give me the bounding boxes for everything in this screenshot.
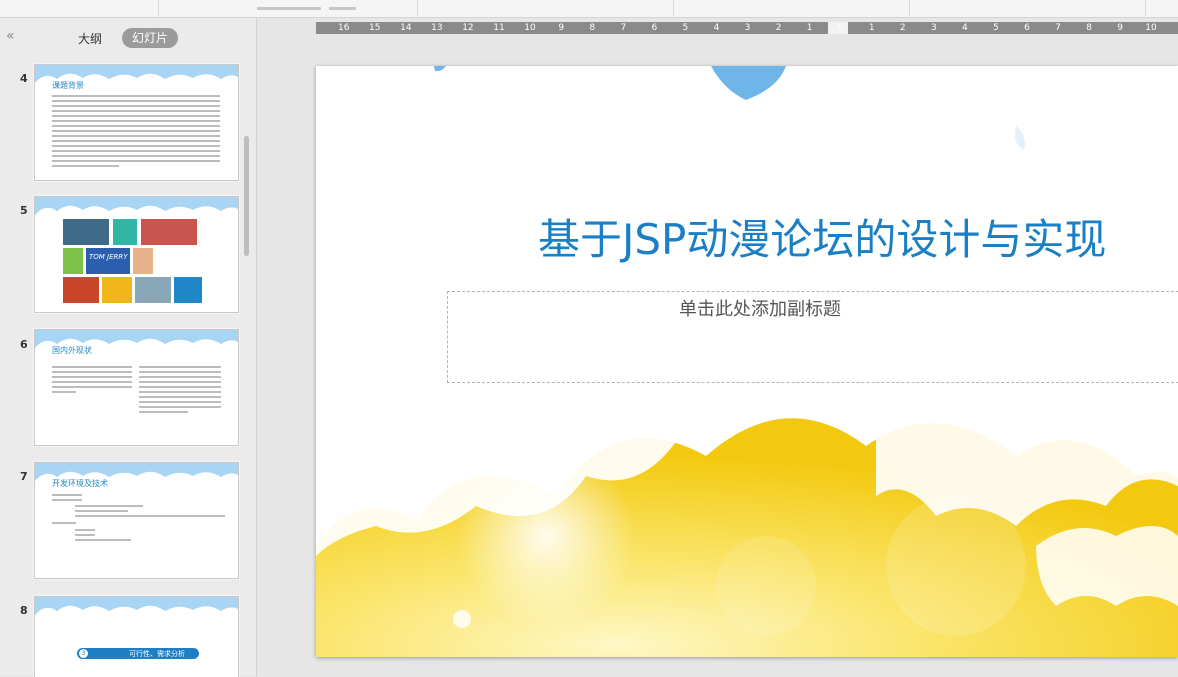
ruler-label: 9 <box>558 23 565 33</box>
thumb-banner-label: 可行性、需求分析 <box>129 650 185 658</box>
slide-title[interactable]: 基于JSP动漫论坛的设计与实现 <box>538 206 1178 267</box>
ruler-label: 10 <box>1145 23 1157 33</box>
ruler-label: 8 <box>1086 23 1092 33</box>
ruler-label: 7 <box>1055 23 1061 33</box>
ribbon-control[interactable] <box>329 7 356 10</box>
ruler-label: 6 <box>651 23 658 33</box>
thumb-body-text <box>75 529 155 544</box>
ruler-label: 14 <box>400 23 412 33</box>
ruler-label: 16 <box>338 23 350 33</box>
thumb-body-text <box>52 95 220 170</box>
horizontal-ruler[interactable]: 16 15 14 13 12 11 10 9 8 7 6 5 4 3 2 1 0 1 2 3 4 5 6 7 8 9 10 <box>316 22 1178 34</box>
ruler-label: 9 <box>1117 23 1123 33</box>
thumb-body-text <box>52 366 132 396</box>
ruler-label: 11 <box>493 23 505 33</box>
ruler-label: 3 <box>930 23 937 33</box>
ribbon-strip <box>0 0 1178 18</box>
slide-thumbnail-8[interactable]: 3 可行性、需求分析 <box>34 596 239 677</box>
cloud-border <box>35 597 238 615</box>
ribbon-control[interactable] <box>257 7 321 10</box>
ruler-label: 1 <box>806 23 813 33</box>
thumb-tom-jerry-text: TOM JERRY <box>89 253 128 261</box>
ruler-label: 7 <box>620 23 627 33</box>
anime-collage-image: TOM JERRY <box>63 219 202 303</box>
ribbon-separator <box>909 0 910 16</box>
thumb-title: 国内外现状 <box>52 346 92 355</box>
panel-scrollbar[interactable] <box>244 136 249 256</box>
ruler-label: 6 <box>1024 23 1030 33</box>
ruler-label: 3 <box>744 23 751 33</box>
ruler-label: 15 <box>369 23 381 33</box>
subtitle-placeholder-text: 单击此处添加副标题 <box>679 299 841 320</box>
slide-number: 6 <box>20 338 28 351</box>
slide-thumbnail-5[interactable]: TOM JERRY <box>34 196 239 313</box>
slide-number: 5 <box>20 204 28 217</box>
thumb-body-text <box>139 366 221 416</box>
slide-thumbnail-4[interactable]: 课题背景 <box>34 64 239 181</box>
ruler-label: 2 <box>899 23 906 33</box>
slide-number: 7 <box>20 470 28 483</box>
ruler-label: 4 <box>713 23 720 33</box>
slide-number: 8 <box>20 604 28 617</box>
thumb-title: 课题背景 <box>52 81 84 90</box>
ribbon-separator <box>158 0 159 16</box>
subtitle-placeholder-box[interactable]: 单击此处添加副标题 <box>447 291 1178 383</box>
cloud-border <box>35 197 238 215</box>
ribbon-separator <box>417 0 418 16</box>
ruler-label: 0 <box>837 23 844 33</box>
ribbon-separator <box>673 0 674 16</box>
slide-panel: « 大纲 幻灯片 4 课题背景 5 TOM JERRY 6 国内外现状 7 开发… <box>0 18 257 677</box>
slide-canvas[interactable]: 基于JSP动漫论坛的设计与实现 单击此处添加副标题 <box>316 66 1178 657</box>
thumb-banner-index: 3 <box>79 649 88 658</box>
ruler-label: 12 <box>462 23 474 33</box>
ruler-label: 5 <box>682 23 689 33</box>
ruler-label: 8 <box>589 23 596 33</box>
slide-thumbnail-7[interactable]: 开发环境及技术 <box>34 462 239 579</box>
tab-slides[interactable]: 幻灯片 <box>122 28 178 48</box>
thumb-section-banner: 3 可行性、需求分析 <box>77 648 199 659</box>
ruler-label: 5 <box>993 23 999 33</box>
ruler-label: 1 <box>868 23 875 33</box>
tab-outline[interactable]: 大纲 <box>78 30 102 47</box>
slide-thumbnail-6[interactable]: 国内外现状 <box>34 329 239 446</box>
collapse-panel-icon[interactable]: « <box>6 28 14 44</box>
thumb-body-text <box>52 522 76 527</box>
ruler-label: 13 <box>431 23 443 33</box>
thumb-title: 开发环境及技术 <box>52 479 108 488</box>
slide-number: 4 <box>20 72 28 85</box>
ruler-label: 4 <box>962 23 968 33</box>
ruler-label: 2 <box>775 23 782 33</box>
ruler-label: 10 <box>524 23 536 33</box>
thumb-body-text <box>75 505 225 520</box>
ribbon-separator <box>1145 0 1146 16</box>
thumb-body-text <box>52 494 82 504</box>
